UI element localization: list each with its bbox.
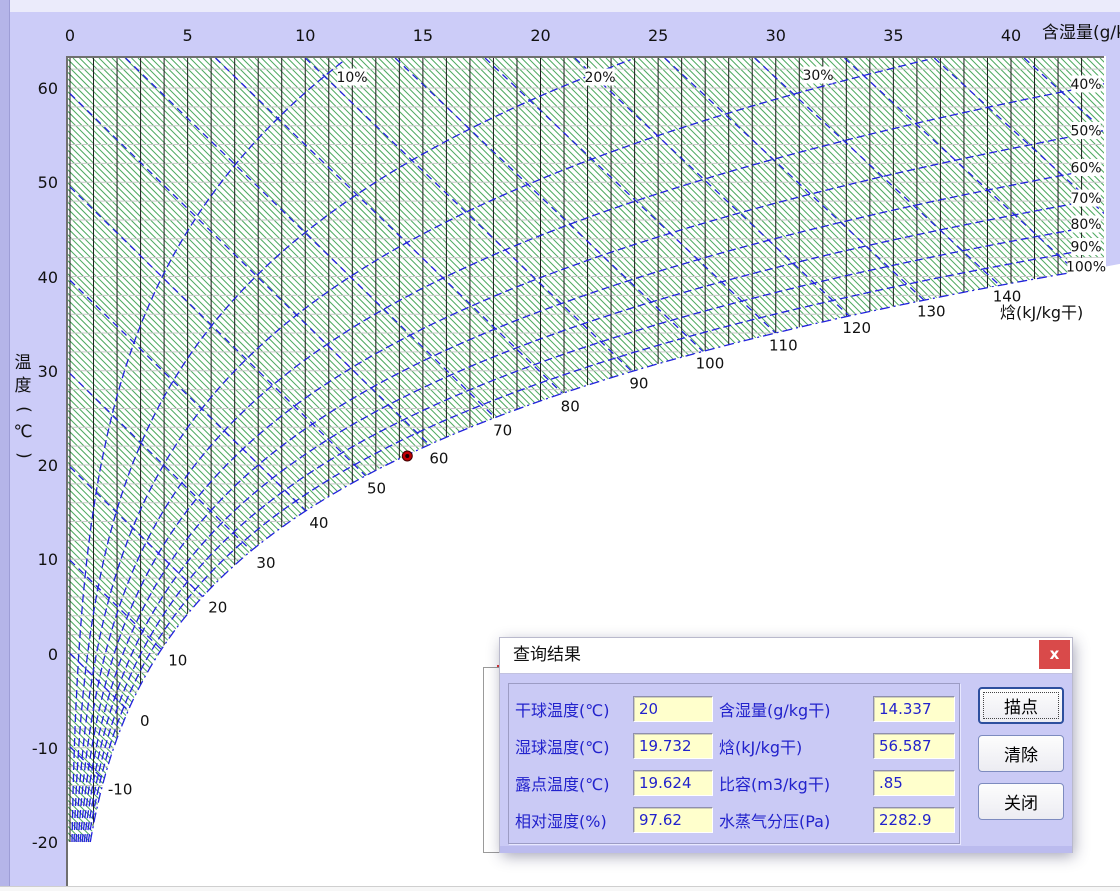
close-button[interactable]: x [1039,640,1070,669]
enthalpy-label: 20 [208,599,227,617]
enthalpy-label: 120 [842,319,871,337]
close-dialog-button[interactable]: 关闭 [978,783,1064,820]
app-window: 10% 20% 30% 40% 50% 60% 70% 80% 90% 100% -10 0 10 20 3… [0,0,1120,891]
x-tick-label: 20 [530,26,551,45]
enthalpy-label: 0 [140,712,150,730]
y-axis-title-char: ( [13,406,34,413]
rh-label: 40% [1070,77,1101,93]
enthalpy-label: 130 [917,303,946,321]
y-tick-label: 0 [47,644,58,664]
enthalpy-label: 100 [696,354,725,372]
rh-label: 50% [1070,124,1101,140]
rh-label: 100% [1066,259,1106,275]
field-value[interactable]: 14.337 [873,696,955,722]
field-label: 水蒸气分压(Pa) [719,812,831,831]
rh-label: 60% [1070,161,1101,177]
field-label: 含湿量(g/kg干) [719,701,831,720]
x-tick-label: 5 [182,26,193,45]
rh-label: 10% [336,70,367,86]
enthalpy-label: 30 [256,554,275,572]
y-tick-label: 40 [37,267,58,287]
rh-label: 80% [1070,217,1101,233]
field-value[interactable]: 20 [633,696,713,722]
field-value[interactable]: 2282.9 [873,807,955,833]
x-tick-label: 30 [765,26,786,45]
y-tick-label: 60 [37,79,58,98]
field-label: 干球温度(℃) [515,701,610,720]
enthalpy-label: 90 [629,375,648,393]
button-column: 描点 清除 关闭 [978,687,1064,820]
x-tick-label: 0 [64,26,76,45]
enthalpy-label: 40 [309,514,328,532]
clear-button[interactable]: 清除 [978,735,1064,772]
field-label: 湿球温度(℃) [515,738,610,757]
x-tick-label: 35 [883,26,904,45]
dialog-body: 干球温度(℃) 20 含湿量(g/kg干) 14.337 湿球温度(℃) 19.732 焓(… [500,674,1072,853]
y-tick-label: -10 [31,738,58,758]
field-value[interactable]: 19.624 [633,770,713,796]
field-value[interactable]: .85 [873,770,955,796]
query-result-dialog: 查询结果 x 干球温度(℃) 20 含湿量(g/kg干) 14.337 湿球温度(℃) 1… [499,637,1073,853]
rh-label: 90% [1070,240,1101,256]
x-axis-title: 含湿量(g/kg干) [1042,23,1120,43]
x-tick-label: 40 [1000,26,1022,45]
y-axis-title-char: 度 [14,376,32,396]
x-tick-label: 10 [295,26,316,45]
rh-label: 30% [802,68,833,84]
rh-label: 70% [1070,191,1101,207]
x-tick-label: 25 [647,26,669,45]
enthalpy-axis-title: 焓(kJ/kg干) [1000,303,1083,322]
dialog-title: 查询结果 [513,645,581,665]
y-axis-title-char: ) [13,452,34,459]
enthalpy-label: 80 [561,397,580,415]
y-tick-label: 10 [37,550,58,570]
y-tick-label: -20 [31,833,58,852]
field-value[interactable]: 56.587 [873,733,955,759]
x-tick-label: 15 [412,26,434,45]
enthalpy-label: -10 [108,781,133,799]
y-axis-title-char: ℃ [13,422,33,442]
plot-point-button[interactable]: 描点 [978,687,1064,724]
field-label: 相对湿度(%) [515,812,607,831]
field-label: 焓(kJ/kg干) [719,738,803,757]
y-tick-label: 50 [37,173,58,193]
field-value[interactable]: 19.732 [633,733,713,759]
fields-groupbox: 干球温度(℃) 20 含湿量(g/kg干) 14.337 湿球温度(℃) 19.732 焓(… [508,683,960,844]
field-label: 比容(m3/kg干) [719,775,831,794]
field-value[interactable]: 97.62 [633,807,713,833]
y-axis-title: 温度 ( ℃) [12,352,34,467]
enthalpy-label: 70 [493,422,512,440]
enthalpy-label: 110 [769,336,798,354]
field-label: 露点温度(℃) [515,775,610,794]
bottom-strip [0,887,1120,891]
dialog-titlebar[interactable]: 查询结果 x [500,638,1072,674]
rh-label: 20% [584,70,615,86]
enthalpy-label: 50 [367,479,386,497]
close-icon: x [1049,645,1060,663]
enthalpy-label: 10 [168,652,187,670]
y-axis-title-char: 温 [14,353,32,373]
enthalpy-label: 60 [429,450,448,468]
